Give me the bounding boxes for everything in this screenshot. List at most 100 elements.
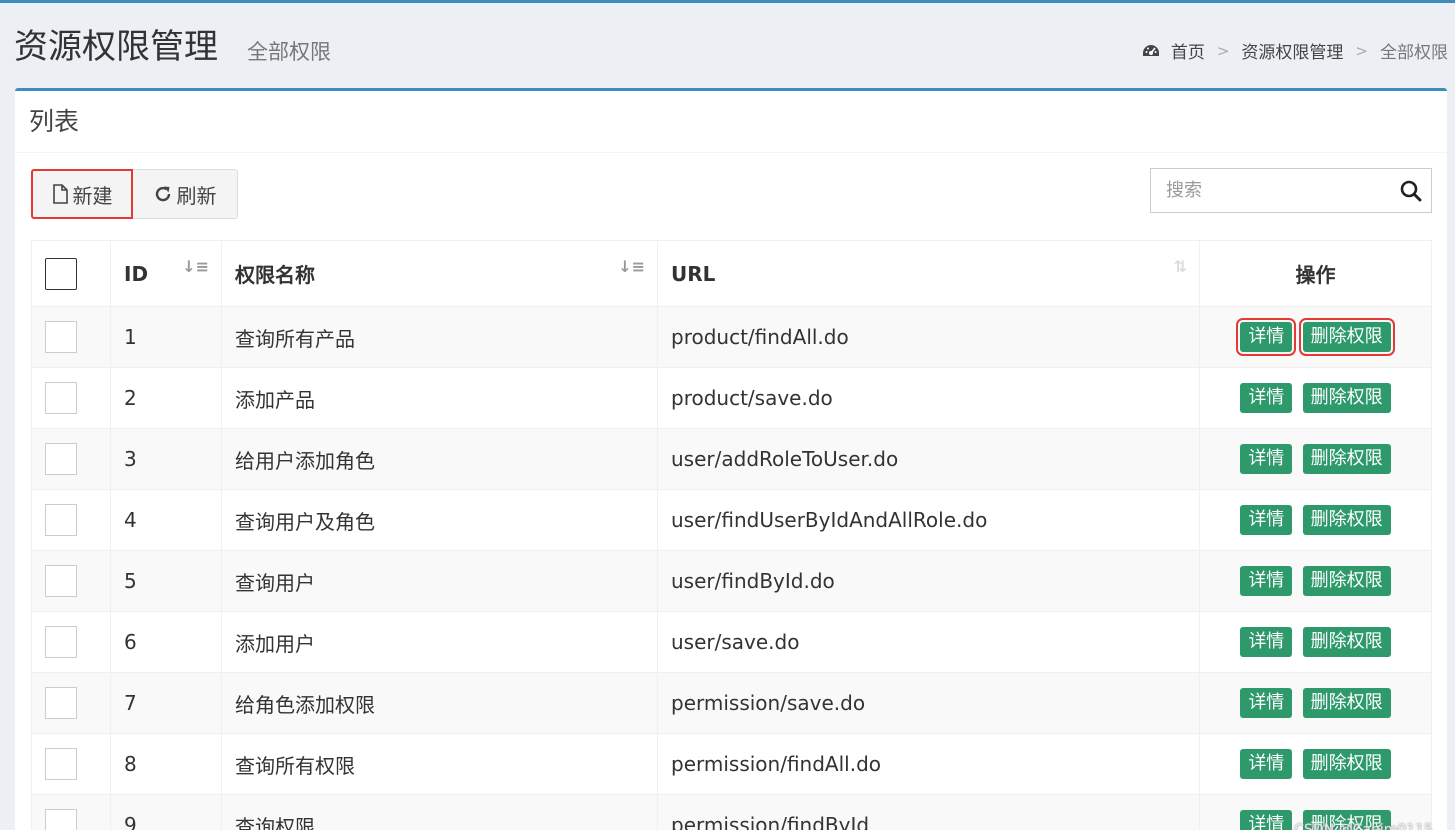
table-row: 9 查询权限 permission/findById 详情 删除权限 <box>31 794 1432 830</box>
detail-button[interactable]: 详情 <box>1240 566 1293 596</box>
list-box: 列表 新建 刷新 ID ↓≡ 权限名称 ↓≡ URL ⇅ 操作 <box>15 88 1447 830</box>
row-url: user/addRoleToUser.do <box>657 428 1200 490</box>
row-checkbox[interactable] <box>45 748 77 780</box>
box-title: 列表 <box>29 107 80 136</box>
row-url: permission/save.do <box>657 672 1200 734</box>
new-button[interactable]: 新建 <box>31 169 133 219</box>
row-actions: 详情 删除权限 <box>1199 550 1432 612</box>
permissions-table: ID ↓≡ 权限名称 ↓≡ URL ⇅ 操作 1 查询所有产品 product/findA… <box>31 240 1432 830</box>
header-name[interactable]: 权限名称 ↓≡ <box>221 240 658 307</box>
row-actions: 详情 删除权限 <box>1199 611 1432 673</box>
detail-button[interactable]: 详情 <box>1236 318 1297 356</box>
detail-button[interactable]: 详情 <box>1240 810 1293 830</box>
toolbar: 新建 刷新 <box>31 169 238 219</box>
delete-permission-button[interactable]: 删除权限 <box>1302 749 1391 779</box>
row-actions: 详情 删除权限 <box>1199 367 1432 429</box>
delete-permission-button[interactable]: 删除权限 <box>1302 383 1391 413</box>
table-header-row: ID ↓≡ 权限名称 ↓≡ URL ⇅ 操作 <box>31 240 1432 307</box>
box-header: 列表 <box>15 91 1447 153</box>
table-row: 1 查询所有产品 product/findAll.do 详情 删除权限 <box>31 306 1432 368</box>
row-url: permission/findAll.do <box>657 733 1200 795</box>
breadcrumb-section[interactable]: 资源权限管理 <box>1241 38 1343 63</box>
refresh-button-label: 刷新 <box>176 183 217 208</box>
detail-button[interactable]: 详情 <box>1240 505 1293 535</box>
row-id: 4 <box>110 489 222 551</box>
row-actions: 详情 删除权限 <box>1199 489 1432 551</box>
row-url: product/save.do <box>657 367 1200 429</box>
header-ops: 操作 <box>1199 240 1432 307</box>
table-row: 2 添加产品 product/save.do 详情 删除权限 <box>31 367 1432 429</box>
row-checkbox[interactable] <box>45 687 77 719</box>
detail-button[interactable]: 详情 <box>1240 688 1293 718</box>
header-id-label: ID <box>124 261 149 286</box>
sort-icon[interactable]: ⇅ <box>1174 257 1187 276</box>
row-name: 给用户添加角色 <box>221 428 658 490</box>
row-name: 查询用户及角色 <box>221 489 658 551</box>
breadcrumb-separator: > <box>1355 41 1368 60</box>
row-checkbox[interactable] <box>45 626 77 658</box>
detail-button[interactable]: 详情 <box>1240 383 1293 413</box>
row-select-cell <box>31 794 111 830</box>
header-ops-label: 操作 <box>1295 263 1336 287</box>
row-checkbox[interactable] <box>45 443 77 475</box>
row-checkbox[interactable] <box>45 504 77 536</box>
breadcrumb-current: 全部权限 <box>1380 43 1448 63</box>
row-name: 添加用户 <box>221 611 658 673</box>
breadcrumb: 首页 > 资源权限管理 > 全部权限 <box>1141 38 1448 63</box>
row-select-cell <box>31 611 111 673</box>
search-icon[interactable] <box>1391 169 1431 212</box>
header-name-label: 权限名称 <box>235 263 315 287</box>
row-id: 7 <box>110 672 222 734</box>
detail-button[interactable]: 详情 <box>1240 444 1293 474</box>
row-id: 3 <box>110 428 222 490</box>
row-checkbox[interactable] <box>45 565 77 597</box>
row-name: 查询所有产品 <box>221 306 658 368</box>
row-actions: 详情 删除权限 <box>1199 306 1432 368</box>
breadcrumb-home[interactable]: 首页 <box>1171 38 1205 63</box>
row-name: 添加产品 <box>221 367 658 429</box>
page-subtitle: 全部权限 <box>247 40 331 64</box>
row-select-cell <box>31 306 111 368</box>
delete-permission-button[interactable]: 删除权限 <box>1302 627 1391 657</box>
row-actions: 详情 删除权限 <box>1199 672 1432 734</box>
table-row: 4 查询用户及角色 user/findUserByIdAndAllRole.do 详情… <box>31 489 1432 551</box>
breadcrumb-separator: > <box>1216 41 1230 60</box>
sort-icon[interactable]: ↓≡ <box>618 257 645 276</box>
refresh-button[interactable]: 刷新 <box>133 169 238 219</box>
delete-permission-button[interactable]: 删除权限 <box>1302 566 1391 596</box>
search-input[interactable] <box>1151 169 1391 212</box>
row-checkbox[interactable] <box>45 321 77 353</box>
row-url: user/save.do <box>657 611 1200 673</box>
row-checkbox[interactable] <box>45 382 77 414</box>
page-title: 资源权限管理 <box>14 27 218 67</box>
sort-icon[interactable]: ↓≡ <box>182 257 209 276</box>
table-row: 8 查询所有权限 permission/findAll.do 详情 删除权限 <box>31 733 1432 795</box>
header-id[interactable]: ID ↓≡ <box>110 240 222 307</box>
row-actions: 详情 删除权限 <box>1199 428 1432 490</box>
row-url: permission/findById <box>657 794 1200 830</box>
row-select-cell <box>31 367 111 429</box>
row-url: user/findById.do <box>657 550 1200 612</box>
delete-permission-button[interactable]: 删除权限 <box>1298 318 1395 356</box>
row-id: 8 <box>110 733 222 795</box>
select-all-checkbox[interactable] <box>45 257 77 290</box>
row-url: user/findUserByIdAndAllRole.do <box>657 489 1200 551</box>
row-id: 5 <box>110 550 222 612</box>
dashboard-icon <box>1141 43 1161 59</box>
content-header: 资源权限管理 全部权限 首页 > 资源权限管理 > 全部权限 <box>0 3 1455 87</box>
table-row: 5 查询用户 user/findById.do 详情 删除权限 <box>31 550 1432 612</box>
row-actions: 详情 删除权限 <box>1199 733 1432 795</box>
watermark: CSDN @Canjm0115 <box>1294 822 1433 830</box>
row-id: 6 <box>110 611 222 673</box>
delete-permission-button[interactable]: 删除权限 <box>1302 688 1391 718</box>
detail-button[interactable]: 详情 <box>1240 749 1293 779</box>
row-select-cell <box>31 489 111 551</box>
detail-button[interactable]: 详情 <box>1240 627 1293 657</box>
header-url[interactable]: URL ⇅ <box>657 240 1200 307</box>
row-url: product/findAll.do <box>657 306 1200 368</box>
delete-permission-button[interactable]: 删除权限 <box>1302 505 1391 535</box>
delete-permission-button[interactable]: 删除权限 <box>1302 444 1391 474</box>
row-checkbox[interactable] <box>45 809 77 830</box>
refresh-icon <box>155 186 170 202</box>
row-name: 查询所有权限 <box>221 733 658 795</box>
